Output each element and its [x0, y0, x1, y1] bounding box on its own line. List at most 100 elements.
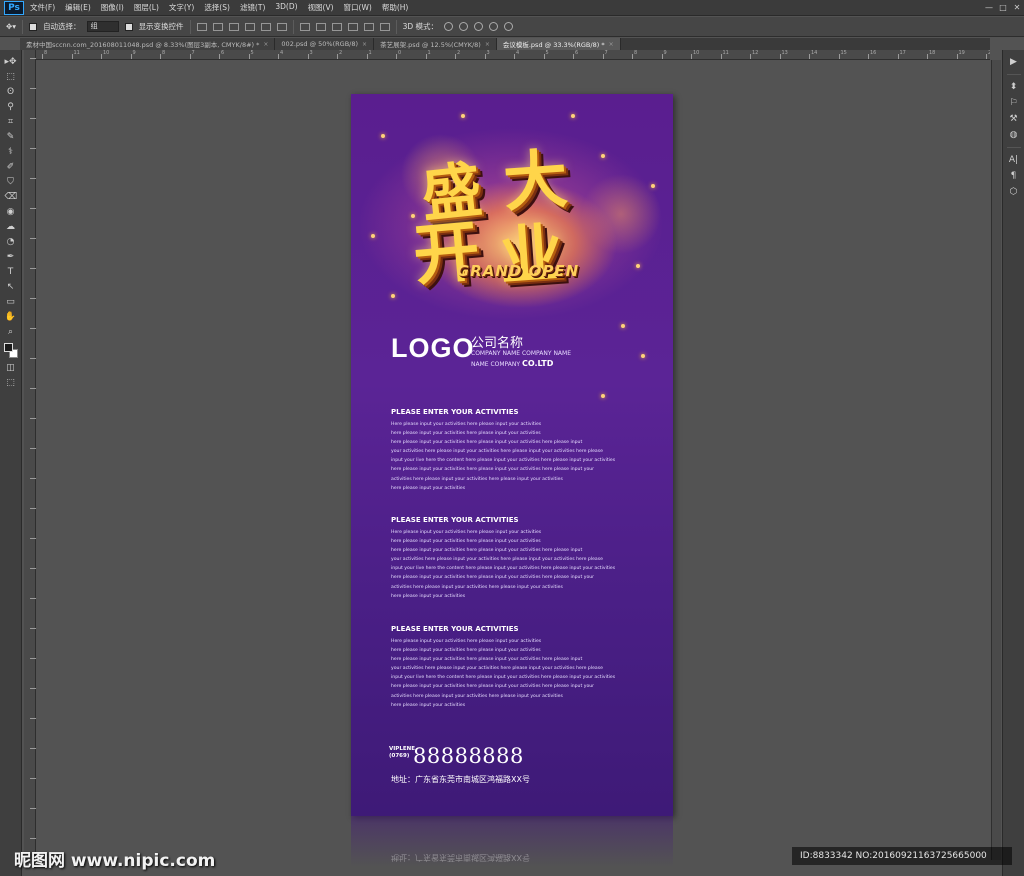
panel-icon[interactable]: ▶	[1008, 56, 1020, 68]
photoshop-logo: Ps	[4, 0, 24, 15]
3d-mode-label: 3D 模式：	[402, 22, 438, 31]
tool-icon[interactable]: ⌕	[5, 326, 17, 338]
menu-item[interactable]: 帮助(H)	[382, 2, 409, 13]
foreground-color-swatch[interactable]	[3, 343, 13, 352]
document-tab[interactable]: 素材中国sccnn.com_20160801104​8.psd @ 8.33%(…	[20, 38, 276, 50]
tool-icon[interactable]: ✋	[5, 311, 17, 323]
ruler-number: 8	[634, 50, 638, 56]
tool-icon[interactable]: ⚕	[5, 146, 17, 158]
tool-icon[interactable]: ⌫	[5, 191, 18, 203]
menu-item[interactable]: 编辑(E)	[65, 2, 91, 13]
distribute-top-icon[interactable]	[299, 22, 310, 31]
align-left-icon[interactable]	[244, 22, 255, 31]
ruler-number: 3	[309, 50, 313, 56]
ruler-tick	[720, 54, 722, 59]
close-tab-icon[interactable]: ×	[485, 41, 490, 48]
maximize-button[interactable]: □	[996, 2, 1010, 14]
ruler-tick	[868, 54, 869, 59]
panel-icon[interactable]: ⚐	[1008, 97, 1020, 109]
area-code: (0769)	[389, 753, 410, 759]
menu-item[interactable]: 滤镜(T)	[240, 2, 265, 13]
distribute-bottom-icon[interactable]	[331, 22, 342, 31]
screen-mode-icon[interactable]: ⬚	[5, 377, 17, 389]
tool-icon[interactable]: ʘ	[5, 86, 17, 98]
tool-icon[interactable]: ✒	[5, 251, 17, 263]
menu-item[interactable]: 窗口(W)	[344, 2, 372, 13]
sparkle-dot	[391, 294, 395, 298]
distribute-vcenter-icon[interactable]	[315, 22, 326, 31]
tool-icon[interactable]: ▭	[5, 296, 17, 308]
menu-item[interactable]: 视图(V)	[308, 2, 334, 13]
panel-icon[interactable]: ¶	[1008, 170, 1020, 182]
document-tab[interactable]: 会议模板.psd @ 33.3%(RGB/8) * ×	[496, 38, 621, 50]
distribute-right-icon[interactable]	[379, 22, 390, 31]
quick-mask-icon[interactable]: ◫	[5, 362, 17, 374]
poster-document[interactable]: 盛 大 开 业 GRAND OPEN LOGO 公司名称 COMPANY NAM…	[351, 94, 673, 816]
panel-icon[interactable]: ⬡	[1008, 186, 1020, 198]
tool-icon[interactable]: ⬚	[5, 71, 17, 83]
auto-select-dropdown[interactable]: 组	[86, 21, 119, 32]
panel-icon[interactable]: ◍	[1008, 129, 1020, 141]
address: 地址：广东省东莞市南城区鸿福路XX号	[391, 775, 530, 784]
align-bottom-icon[interactable]	[228, 22, 239, 31]
tool-icon[interactable]: T	[5, 266, 17, 278]
tool-icon[interactable]: ↖	[5, 281, 17, 293]
ruler-tick	[543, 54, 545, 59]
show-transform-checkbox[interactable]	[124, 22, 133, 31]
align-hcenter-icon[interactable]	[260, 22, 271, 31]
ruler-tick	[219, 54, 220, 59]
panel-icon[interactable]: A|	[1008, 154, 1020, 166]
move-tool-icon[interactable]: ✥▾	[6, 22, 16, 31]
horizontal-ruler: 8 11 10 9 8 7 6 5 4 3 2 1 0 1 2 3 4 5 6 7 8 9 10 11 12 13 14 15 16 17…	[36, 50, 990, 60]
menu-item[interactable]: 文字(Y)	[169, 2, 194, 13]
activity-line: input your live here the content here pl…	[391, 566, 616, 572]
activity-line: your activities here please input your a…	[391, 557, 603, 563]
ruler-tick	[897, 54, 899, 59]
3d-slide-icon[interactable]	[489, 22, 498, 31]
ruler-number: 8	[162, 50, 166, 56]
menu-item[interactable]: 图层(L)	[134, 2, 159, 13]
color-swatches[interactable]	[3, 343, 18, 359]
3d-rotate-icon[interactable]	[444, 22, 453, 31]
tool-icon[interactable]: ✐	[5, 161, 17, 173]
align-vcenter-icon[interactable]	[212, 22, 223, 31]
tool-icon[interactable]: ▸✥	[5, 56, 17, 68]
distribute-hcenter-icon[interactable]	[363, 22, 374, 31]
menu-item[interactable]: 图像(I)	[101, 2, 124, 13]
menu-item[interactable]: 文件(F)	[30, 2, 55, 13]
headline-char-4: 业	[496, 215, 566, 296]
auto-select-checkbox[interactable]	[29, 22, 38, 31]
3d-roll-icon[interactable]	[459, 22, 468, 31]
3d-pan-icon[interactable]	[474, 22, 483, 31]
close-button[interactable]: ✕	[1010, 2, 1024, 14]
align-top-icon[interactable]	[196, 22, 207, 31]
ruler-tick	[602, 54, 604, 59]
align-right-icon[interactable]	[276, 22, 287, 31]
minimize-button[interactable]: —	[982, 2, 996, 14]
close-tab-icon[interactable]: ×	[609, 41, 614, 48]
panel-icon[interactable]: ⬍	[1008, 81, 1020, 93]
vertical-scrollbar[interactable]	[991, 60, 1001, 860]
sparkle-dot	[641, 354, 645, 358]
menu-item[interactable]: 3D(D)	[275, 2, 297, 13]
panel-icon[interactable]: ⚒	[1008, 113, 1020, 125]
tool-icon[interactable]: ◉	[5, 206, 17, 218]
tool-icon[interactable]: ✎	[5, 131, 17, 143]
ruler-tick	[189, 54, 191, 59]
tool-icon[interactable]: ◔	[5, 236, 17, 248]
activity-line: here please input your activities here p…	[391, 431, 541, 437]
document-tab[interactable]: 茶艺展架.psd @ 12.5%(CMYK/8) ×	[374, 38, 497, 50]
document-tab[interactable]: 002.psd @ 50%(RGB/8) ×	[275, 38, 375, 50]
tool-icon[interactable]: ☁	[5, 221, 17, 233]
tool-icon[interactable]: ⚲	[5, 101, 17, 113]
close-tab-icon[interactable]: ×	[362, 41, 367, 48]
menu-item[interactable]: 选择(S)	[204, 2, 230, 13]
sparkle-dot	[621, 324, 625, 328]
3d-scale-icon[interactable]	[504, 22, 513, 31]
ruler-tick	[278, 54, 279, 59]
ruler-number: 11	[73, 50, 80, 56]
close-tab-icon[interactable]: ×	[263, 41, 268, 48]
tool-icon[interactable]: ⛉	[5, 176, 17, 188]
tool-icon[interactable]: ⌗	[5, 116, 17, 128]
distribute-left-icon[interactable]	[347, 22, 358, 31]
